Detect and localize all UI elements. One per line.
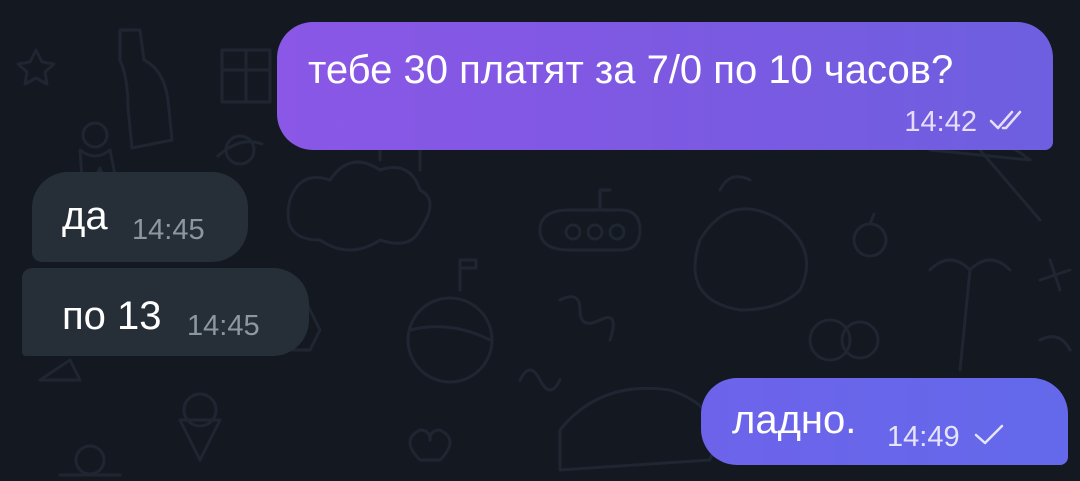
message-time: 14:42 — [904, 106, 977, 138]
message-meta: 14:42 — [904, 106, 1027, 139]
message-meta: 14:45 — [132, 214, 205, 247]
message-bubble-incoming[interactable]: по 13 14:45 — [22, 268, 309, 356]
message-time: 14:45 — [132, 214, 205, 246]
message-bubble-outgoing[interactable]: тебе 30 платят за 7/0 по 10 часов? 14:42 — [277, 22, 1053, 150]
message-time: 14:45 — [187, 310, 260, 342]
message-text: да — [62, 194, 108, 238]
message-text: по 13 — [62, 294, 162, 338]
message-meta: 14:49 — [887, 421, 1006, 454]
chat-area[interactable]: тебе 30 платят за 7/0 по 10 часов? 14:42… — [0, 0, 1080, 481]
message-bubble-incoming[interactable]: да 14:45 — [32, 172, 248, 262]
single-check-icon — [972, 424, 1006, 451]
message-time: 14:49 — [887, 421, 960, 453]
message-text: ладно. — [732, 398, 857, 442]
message-bubble-outgoing[interactable]: ладно. 14:49 — [701, 378, 1068, 465]
message-text: тебе 30 платят за 7/0 по 10 часов? — [308, 48, 954, 92]
message-meta: 14:45 — [187, 310, 260, 343]
double-check-icon — [989, 109, 1027, 136]
